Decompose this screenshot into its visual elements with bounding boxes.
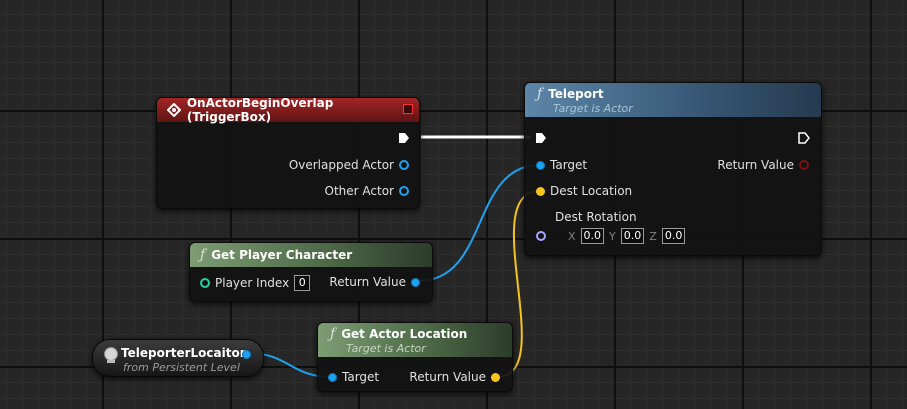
rot-y-label: Y bbox=[609, 229, 616, 243]
rotator-pin-icon[interactable] bbox=[536, 231, 546, 241]
overlapped-actor-pin[interactable]: Overlapped Actor bbox=[289, 158, 409, 172]
player-index-pin[interactable]: Player Index 0 bbox=[200, 275, 311, 291]
rot-z-label: Z bbox=[649, 229, 657, 243]
function-f-icon: ƒ bbox=[537, 85, 543, 102]
location-target-pin[interactable]: Target bbox=[328, 370, 379, 384]
dest-location-label: Dest Location bbox=[550, 184, 633, 198]
player-return-pin[interactable]: Return Value bbox=[329, 275, 420, 289]
close-icon[interactable] bbox=[403, 104, 413, 114]
rot-x-input[interactable]: 0.0 bbox=[580, 228, 605, 244]
globe-icon bbox=[104, 347, 118, 361]
dest-rotation-label-row: Dest Rotation bbox=[555, 210, 637, 224]
variable-title: TeleporterLocaiton bbox=[121, 346, 249, 360]
rot-x-label: X bbox=[568, 229, 576, 243]
vector-pin-icon[interactable] bbox=[536, 186, 545, 196]
exec-out-pin-icon[interactable] bbox=[797, 131, 811, 145]
location-node-subtitle: Target is Actor bbox=[346, 341, 426, 355]
player-node-header[interactable]: ƒ Get Player Character bbox=[190, 243, 432, 267]
dest-rotation-pin[interactable]: X 0.0 Y 0.0 Z 0.0 bbox=[536, 228, 686, 244]
rot-y-input[interactable]: 0.0 bbox=[620, 228, 645, 244]
int-pin-icon[interactable] bbox=[200, 278, 210, 288]
diamond-event-icon bbox=[167, 103, 181, 117]
location-target-label: Target bbox=[342, 370, 380, 384]
player-to-target-wire[interactable] bbox=[417, 164, 541, 282]
teleport-node-title: Teleport bbox=[548, 86, 604, 101]
player-index-input[interactable]: 0 bbox=[294, 275, 311, 291]
location-return-label: Return Value bbox=[409, 370, 486, 384]
teleporter-location-variable-node[interactable]: TeleporterLocaiton from Persistent Level bbox=[92, 339, 264, 377]
teleport-target-label: Target bbox=[550, 158, 588, 172]
globe-stand-icon bbox=[107, 360, 115, 363]
object-pin-icon[interactable] bbox=[536, 160, 545, 170]
player-return-label: Return Value bbox=[329, 275, 406, 289]
get-actor-location-node[interactable]: ƒ Get Actor Location Target is Actor Tar… bbox=[317, 322, 513, 392]
location-node-title: Get Actor Location bbox=[341, 326, 468, 341]
location-node-header[interactable]: ƒ Get Actor Location Target is Actor bbox=[318, 323, 512, 357]
vector-pin-icon[interactable] bbox=[491, 372, 500, 382]
location-return-pin[interactable]: Return Value bbox=[409, 370, 500, 384]
teleport-node[interactable]: ƒ Teleport Target is Actor Target Return… bbox=[524, 82, 822, 256]
teleport-node-subtitle: Target is Actor bbox=[553, 101, 633, 115]
function-f-icon: ƒ bbox=[330, 325, 336, 342]
event-node-onactorbeginoverlap[interactable]: OnActorBeginOverlap (TriggerBox) Overlap… bbox=[156, 97, 420, 209]
exec-out-pin-icon[interactable] bbox=[397, 131, 411, 145]
other-actor-pin[interactable]: Other Actor bbox=[325, 184, 409, 198]
player-node-title: Get Player Character bbox=[211, 248, 353, 262]
teleport-target-pin[interactable]: Target bbox=[536, 158, 587, 172]
bool-pin-icon[interactable] bbox=[799, 160, 809, 170]
event-node-title: OnActorBeginOverlap (TriggerBox) bbox=[186, 97, 334, 124]
dest-location-pin[interactable]: Dest Location bbox=[536, 184, 632, 198]
object-pin-icon[interactable] bbox=[411, 277, 420, 287]
teleport-node-header[interactable]: ƒ Teleport Target is Actor bbox=[525, 83, 821, 117]
event-node-header[interactable]: OnActorBeginOverlap (TriggerBox) bbox=[157, 97, 419, 124]
teleport-return-label: Return Value bbox=[717, 158, 794, 172]
exec-in-pin-icon[interactable] bbox=[534, 131, 548, 145]
object-pin-icon[interactable] bbox=[328, 372, 337, 382]
object-pin-icon[interactable] bbox=[242, 350, 251, 359]
object-pin-icon[interactable] bbox=[399, 186, 409, 196]
teleport-return-pin[interactable]: Return Value bbox=[717, 158, 809, 172]
dest-rotation-label: Dest Rotation bbox=[555, 210, 637, 224]
rot-z-input[interactable]: 0.0 bbox=[661, 228, 686, 244]
player-index-label: Player Index bbox=[215, 276, 290, 290]
object-pin-icon[interactable] bbox=[399, 160, 409, 170]
get-player-character-node[interactable]: ƒ Get Player Character Player Index 0 Re… bbox=[189, 242, 433, 302]
variable-subtitle: from Persistent Level bbox=[123, 361, 240, 374]
other-actor-label: Other Actor bbox=[324, 184, 394, 198]
function-f-icon: ƒ bbox=[200, 247, 206, 263]
overlapped-actor-label: Overlapped Actor bbox=[288, 158, 394, 172]
